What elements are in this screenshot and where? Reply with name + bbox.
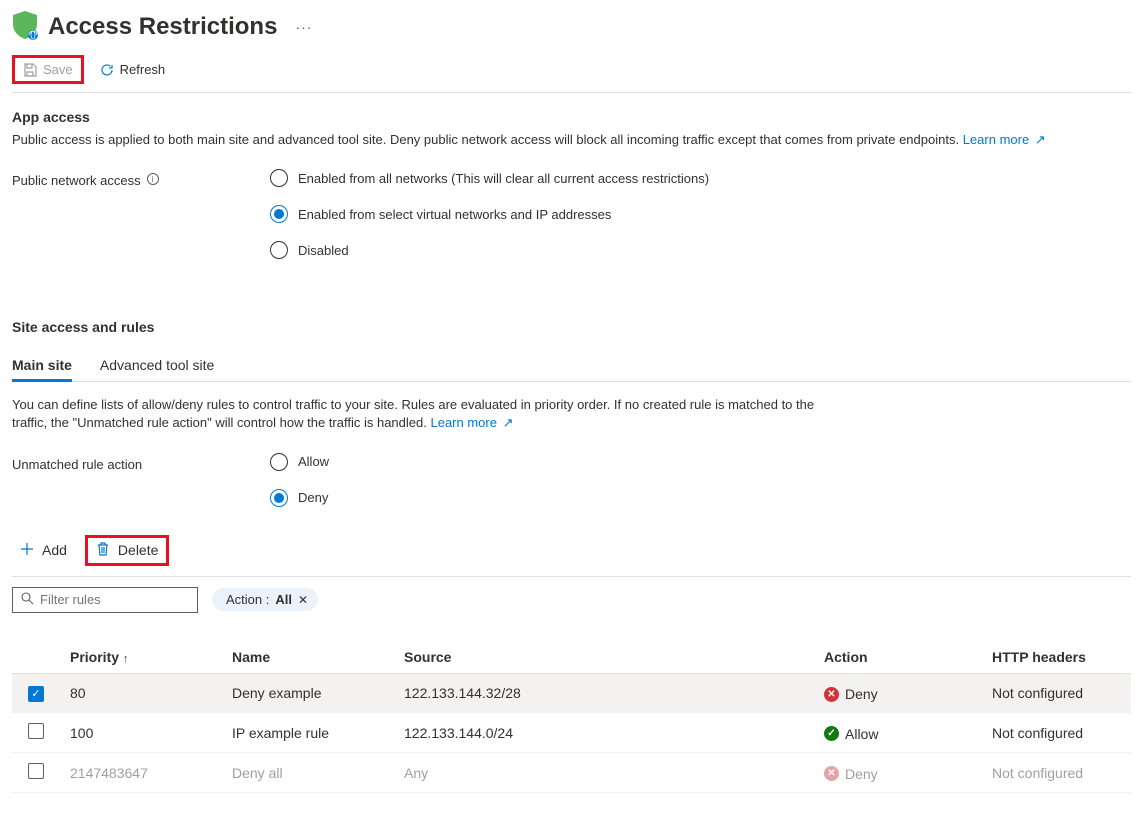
cell-http-headers: Not configured bbox=[982, 713, 1131, 753]
radio-icon bbox=[270, 453, 288, 471]
delete-label: Delete bbox=[118, 542, 158, 558]
info-icon[interactable]: i bbox=[147, 173, 159, 185]
checkbox-icon[interactable] bbox=[28, 723, 44, 739]
radio-icon bbox=[270, 169, 288, 187]
page-title: Access Restrictions bbox=[48, 13, 277, 41]
action-filter-chip[interactable]: Action : All ✕ bbox=[212, 588, 318, 611]
allow-icon: ✓ bbox=[824, 726, 839, 741]
cell-http-headers: Not configured bbox=[982, 753, 1131, 793]
cell-priority: 80 bbox=[60, 673, 222, 713]
site-access-heading: Site access and rules bbox=[12, 319, 1131, 335]
pna-radio-group: Enabled from all networks (This will cle… bbox=[270, 169, 709, 259]
pna-option-label: Enabled from select virtual networks and… bbox=[298, 207, 611, 222]
table-row[interactable]: 2147483647Deny allAny✕DenyNot configured bbox=[12, 753, 1131, 793]
filter-input-wrap[interactable] bbox=[12, 587, 198, 613]
checkbox-icon[interactable] bbox=[28, 763, 44, 779]
col-name[interactable]: Name bbox=[222, 641, 394, 674]
delete-highlight-box: Delete bbox=[85, 535, 169, 566]
chip-label: Action : bbox=[226, 592, 269, 607]
col-http-headers[interactable]: HTTP headers bbox=[982, 641, 1131, 674]
save-highlight-box: Save bbox=[12, 55, 84, 84]
pna-option-enabled-all[interactable]: Enabled from all networks (This will cle… bbox=[270, 169, 709, 187]
save-label: Save bbox=[43, 62, 73, 77]
more-icon[interactable]: ··· bbox=[287, 19, 312, 35]
refresh-icon bbox=[100, 63, 114, 77]
table-row[interactable]: 100IP example rule122.133.144.0/24✓Allow… bbox=[12, 713, 1131, 753]
pna-option-label: Enabled from all networks (This will cle… bbox=[298, 171, 709, 186]
cell-source: 122.133.144.32/28 bbox=[394, 673, 814, 713]
refresh-button[interactable]: Refresh bbox=[92, 58, 174, 81]
radio-icon bbox=[270, 489, 288, 507]
public-network-access-field: Public network access i Enabled from all… bbox=[12, 169, 1131, 259]
site-access-learn-more-link[interactable]: Learn more ↗ bbox=[430, 415, 513, 430]
table-row[interactable]: ✓ 80Deny example122.133.144.32/28✕DenyNot… bbox=[12, 673, 1131, 713]
filter-rules-input[interactable] bbox=[40, 592, 216, 607]
save-icon bbox=[23, 63, 37, 77]
rules-toolbar: Add Delete bbox=[12, 535, 1131, 577]
app-access-heading: App access bbox=[12, 109, 1131, 125]
col-source[interactable]: Source bbox=[394, 641, 814, 674]
add-label: Add bbox=[42, 542, 67, 558]
search-icon bbox=[21, 592, 34, 608]
cell-source: 122.133.144.0/24 bbox=[394, 713, 814, 753]
col-action[interactable]: Action bbox=[814, 641, 982, 674]
cell-name: Deny all bbox=[222, 753, 394, 793]
sort-asc-icon: ↑ bbox=[123, 653, 129, 665]
cell-source: Any bbox=[394, 753, 814, 793]
add-rule-button[interactable]: Add bbox=[12, 538, 75, 563]
rules-table-header: Priority ↑ Name Source Action HTTP heade… bbox=[12, 641, 1131, 674]
unmatched-rule-action-field: Unmatched rule action Allow Deny bbox=[12, 453, 1131, 507]
pna-option-label: Disabled bbox=[298, 243, 349, 258]
pna-option-disabled[interactable]: Disabled bbox=[270, 241, 709, 259]
cell-action: ✓Allow bbox=[814, 713, 982, 753]
filter-bar: Action : All ✕ bbox=[12, 587, 1131, 613]
checkbox-checked-icon[interactable]: ✓ bbox=[28, 686, 44, 702]
chip-value: All bbox=[275, 592, 292, 607]
shield-icon bbox=[12, 10, 38, 43]
unmatched-option-allow[interactable]: Allow bbox=[270, 453, 329, 471]
cell-priority: 100 bbox=[60, 713, 222, 753]
pna-label: Public network access i bbox=[12, 169, 270, 259]
radio-icon bbox=[270, 205, 288, 223]
cell-http-headers: Not configured bbox=[982, 673, 1131, 713]
unmatched-option-deny[interactable]: Deny bbox=[270, 489, 329, 507]
radio-icon bbox=[270, 241, 288, 259]
deny-icon: ✕ bbox=[824, 687, 839, 702]
tab-main-site[interactable]: Main site bbox=[12, 357, 72, 382]
col-checkbox bbox=[12, 641, 60, 674]
plus-icon bbox=[20, 542, 34, 559]
unmatched-option-label: Deny bbox=[298, 490, 328, 505]
rules-table: Priority ↑ Name Source Action HTTP heade… bbox=[12, 641, 1131, 794]
cell-action: ✕Deny bbox=[814, 673, 982, 713]
app-access-description: Public access is applied to both main si… bbox=[12, 131, 1062, 149]
unmatched-option-label: Allow bbox=[298, 454, 329, 469]
unmatched-label: Unmatched rule action bbox=[12, 453, 270, 507]
external-link-icon: ↗ bbox=[499, 415, 514, 430]
col-priority[interactable]: Priority ↑ bbox=[60, 641, 222, 674]
pna-option-enabled-select[interactable]: Enabled from select virtual networks and… bbox=[270, 205, 709, 223]
site-access-tabs: Main site Advanced tool site bbox=[12, 357, 1131, 382]
close-icon[interactable]: ✕ bbox=[298, 593, 308, 607]
deny-icon: ✕ bbox=[824, 766, 839, 781]
save-button[interactable]: Save bbox=[15, 58, 81, 81]
cell-priority: 2147483647 bbox=[60, 753, 222, 793]
command-bar: Save Refresh bbox=[12, 55, 1131, 93]
unmatched-radio-group: Allow Deny bbox=[270, 453, 329, 507]
cell-name: Deny example bbox=[222, 673, 394, 713]
refresh-label: Refresh bbox=[120, 62, 166, 77]
site-access-description: You can define lists of allow/deny rules… bbox=[12, 396, 842, 432]
app-access-learn-more-link[interactable]: Learn more ↗ bbox=[963, 132, 1046, 147]
trash-icon bbox=[96, 542, 110, 559]
cell-name: IP example rule bbox=[222, 713, 394, 753]
page-header: Access Restrictions ··· bbox=[12, 10, 1131, 55]
cell-action: ✕Deny bbox=[814, 753, 982, 793]
delete-rule-button[interactable]: Delete bbox=[88, 538, 166, 563]
external-link-icon: ↗ bbox=[1031, 132, 1046, 147]
tab-advanced-tool-site[interactable]: Advanced tool site bbox=[100, 357, 214, 382]
